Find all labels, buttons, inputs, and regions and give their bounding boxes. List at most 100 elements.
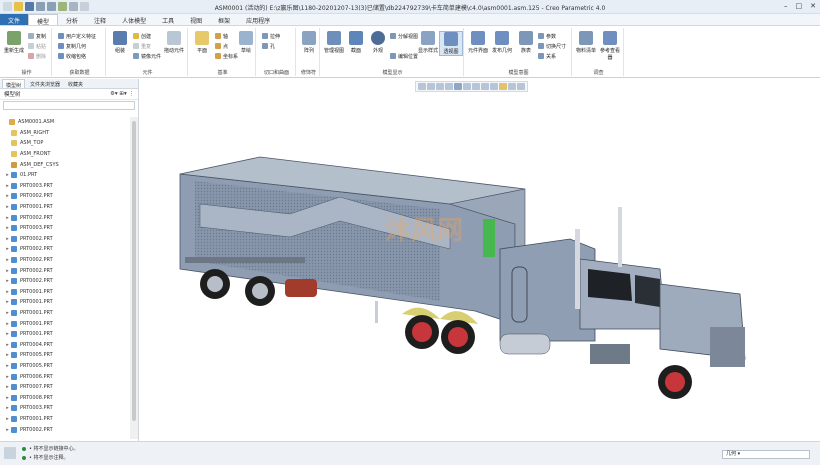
selection-filter[interactable]: 几何 ▾ [722,450,810,459]
tab-annotate[interactable]: 注释 [86,14,114,25]
expand-arrow-icon[interactable]: ▸ [4,236,11,242]
expand-arrow-icon[interactable]: ▸ [4,225,11,231]
expand-arrow-icon[interactable]: ▸ [4,172,11,178]
perspective-button[interactable]: 透视图 [439,31,463,56]
maximize-icon[interactable]: □ [796,2,803,10]
graphics-area[interactable]: 沐风网 [140,79,820,441]
create-button[interactable]: 创建 [133,32,151,40]
tree-item[interactable]: ▸ 01.PRT [0,170,130,181]
tree-item[interactable]: ▸ PRT0001.PRT [0,318,130,329]
tab-favorites[interactable]: 收藏夹 [65,79,86,88]
manage-views-button[interactable]: 管理视图 [322,31,346,54]
expand-arrow-icon[interactable]: ▸ [4,374,11,380]
tab-model[interactable]: 模型 [28,14,59,26]
tree-item[interactable]: ASM_FRONT [0,149,130,160]
pattern-button[interactable]: 阵列 [297,31,321,54]
regenerate-button[interactable]: 重新生成 [2,31,26,54]
expand-arrow-icon[interactable]: ▸ [4,395,11,401]
expand-arrow-icon[interactable]: ▸ [4,416,11,422]
tree-item[interactable]: ▸ PRT0007.PRT [0,382,130,393]
tree-item[interactable]: ▸ PRT0003.PRT [0,223,130,234]
tab-folder-browser[interactable]: 文件夹浏览器 [27,79,63,88]
hole-button[interactable]: 孔 [262,42,275,50]
tree-settings-icon[interactable]: ⚙▾ ⊞▾ ⋮ [110,91,134,97]
expand-arrow-icon[interactable]: ▸ [4,257,11,263]
tree-item[interactable]: ▸ PRT0001.PRT [0,297,130,308]
expand-arrow-icon[interactable]: ▸ [4,215,11,221]
tab-tools[interactable]: 工具 [154,14,182,25]
paste-button[interactable]: 粘贴 [28,42,46,50]
tree-item[interactable]: ▸ PRT0001.PRT [0,414,130,425]
bom-button[interactable]: 物料清单 [574,31,598,54]
expand-arrow-icon[interactable]: ▸ [4,204,11,210]
tab-analysis[interactable]: 分析 [58,14,86,25]
tree-item[interactable]: ▸ PRT0005.PRT [0,350,130,361]
sketch-button[interactable]: 草绘 [234,31,258,54]
user-feature-button[interactable]: 用户定义特征 [58,32,96,40]
expand-arrow-icon[interactable]: ▸ [4,246,11,252]
tree-item[interactable]: ▸ PRT0002.PRT [0,234,130,245]
tree-item[interactable]: ▸ PRT0001.PRT [0,287,130,298]
expand-arrow-icon[interactable]: ▸ [4,352,11,358]
tree-item[interactable]: ASM_TOP [0,138,130,149]
tree-item[interactable]: ▸ PRT0008.PRT [0,392,130,403]
tree-item[interactable]: ▸ PRT0005.PRT [0,361,130,372]
expand-arrow-icon[interactable]: ▸ [4,289,11,295]
repeat-button[interactable]: 重复 [133,42,151,50]
expand-arrow-icon[interactable]: ▸ [4,193,11,199]
expand-arrow-icon[interactable]: ▸ [4,268,11,274]
display-style-button[interactable]: 显示样式 [416,31,440,54]
expand-arrow-icon[interactable]: ▸ [4,278,11,284]
tab-file[interactable]: 文件 [0,14,29,25]
tree-item[interactable]: ▸ PRT0001.PRT [0,329,130,340]
expand-arrow-icon[interactable]: ▸ [4,384,11,390]
plane-button[interactable]: 平面 [190,31,214,54]
assemble-button[interactable]: 组装 [108,31,132,54]
tree-item[interactable]: ASM0001.ASM [0,117,130,128]
expand-arrow-icon[interactable]: ▸ [4,363,11,369]
tab-framework[interactable]: 框架 [210,14,238,25]
appearance-button[interactable]: 外观 [366,31,390,54]
expand-arrow-icon[interactable]: ▸ [4,331,11,337]
tree-item[interactable]: ▸ PRT0001.PRT [0,308,130,319]
tab-manikin[interactable]: 人体模型 [114,14,154,25]
tree-item[interactable]: ▸ PRT0003.PRT [0,181,130,192]
explode-view-button[interactable]: 分解视图 [390,32,418,40]
tree-item[interactable]: ▸ PRT0002.PRT [0,244,130,255]
edit-position-button[interactable]: 编辑位置 [390,52,418,60]
tree-item[interactable]: ▸ PRT0002.PRT [0,191,130,202]
switch-dimensions-button[interactable]: 切换尺寸 [538,42,566,50]
tab-applications[interactable]: 应用程序 [238,14,278,25]
tree-item[interactable]: ▸ PRT0002.PRT [0,212,130,223]
tree-item[interactable]: ▸ PRT0002.PRT [0,424,130,435]
tab-view[interactable]: 视图 [182,14,210,25]
parameters-button[interactable]: 参数 [538,32,556,40]
close-icon[interactable]: ✕ [810,2,816,10]
tree-item[interactable]: ASM_RIGHT [0,128,130,139]
minimize-icon[interactable]: – [784,2,788,10]
tree-search-input[interactable] [3,101,135,110]
tree-item[interactable]: ▸ PRT0003.PRT [0,403,130,414]
tree-item[interactable]: ▸ PRT0002.PRT [0,276,130,287]
mirror-component-button[interactable]: 镜像元件 [133,52,161,60]
tree-item[interactable]: ▸ PRT0002.PRT [0,265,130,276]
tree-scrollbar[interactable] [130,117,138,439]
tree-item[interactable]: ▸ PRT0001.PRT [0,202,130,213]
publish-geometry-button[interactable]: 发布几何 [490,31,514,54]
copy-geometry-button[interactable]: 复制几何 [58,42,86,50]
expand-arrow-icon[interactable]: ▸ [4,183,11,189]
expand-arrow-icon[interactable]: ▸ [4,299,11,305]
tree-item[interactable]: ▸ PRT0004.PRT [0,339,130,350]
tab-model-tree[interactable]: 模型树 [2,79,26,89]
family-table-button[interactable]: 族表 [514,31,538,54]
extrude-button[interactable]: 拉伸 [262,32,280,40]
tree-item[interactable]: ASM_DEF_CSYS [0,159,130,170]
reference-viewer-button[interactable]: 参考查看器 [598,31,622,61]
point-button[interactable]: 点 [215,42,228,50]
expand-arrow-icon[interactable]: ▸ [4,405,11,411]
expand-arrow-icon[interactable]: ▸ [4,321,11,327]
copy-button[interactable]: 复制 [28,32,46,40]
tree-item[interactable]: ▸ PRT0002.PRT [0,255,130,266]
drag-component-button[interactable]: 拖动元件 [162,31,186,54]
expand-arrow-icon[interactable]: ▸ [4,342,11,348]
